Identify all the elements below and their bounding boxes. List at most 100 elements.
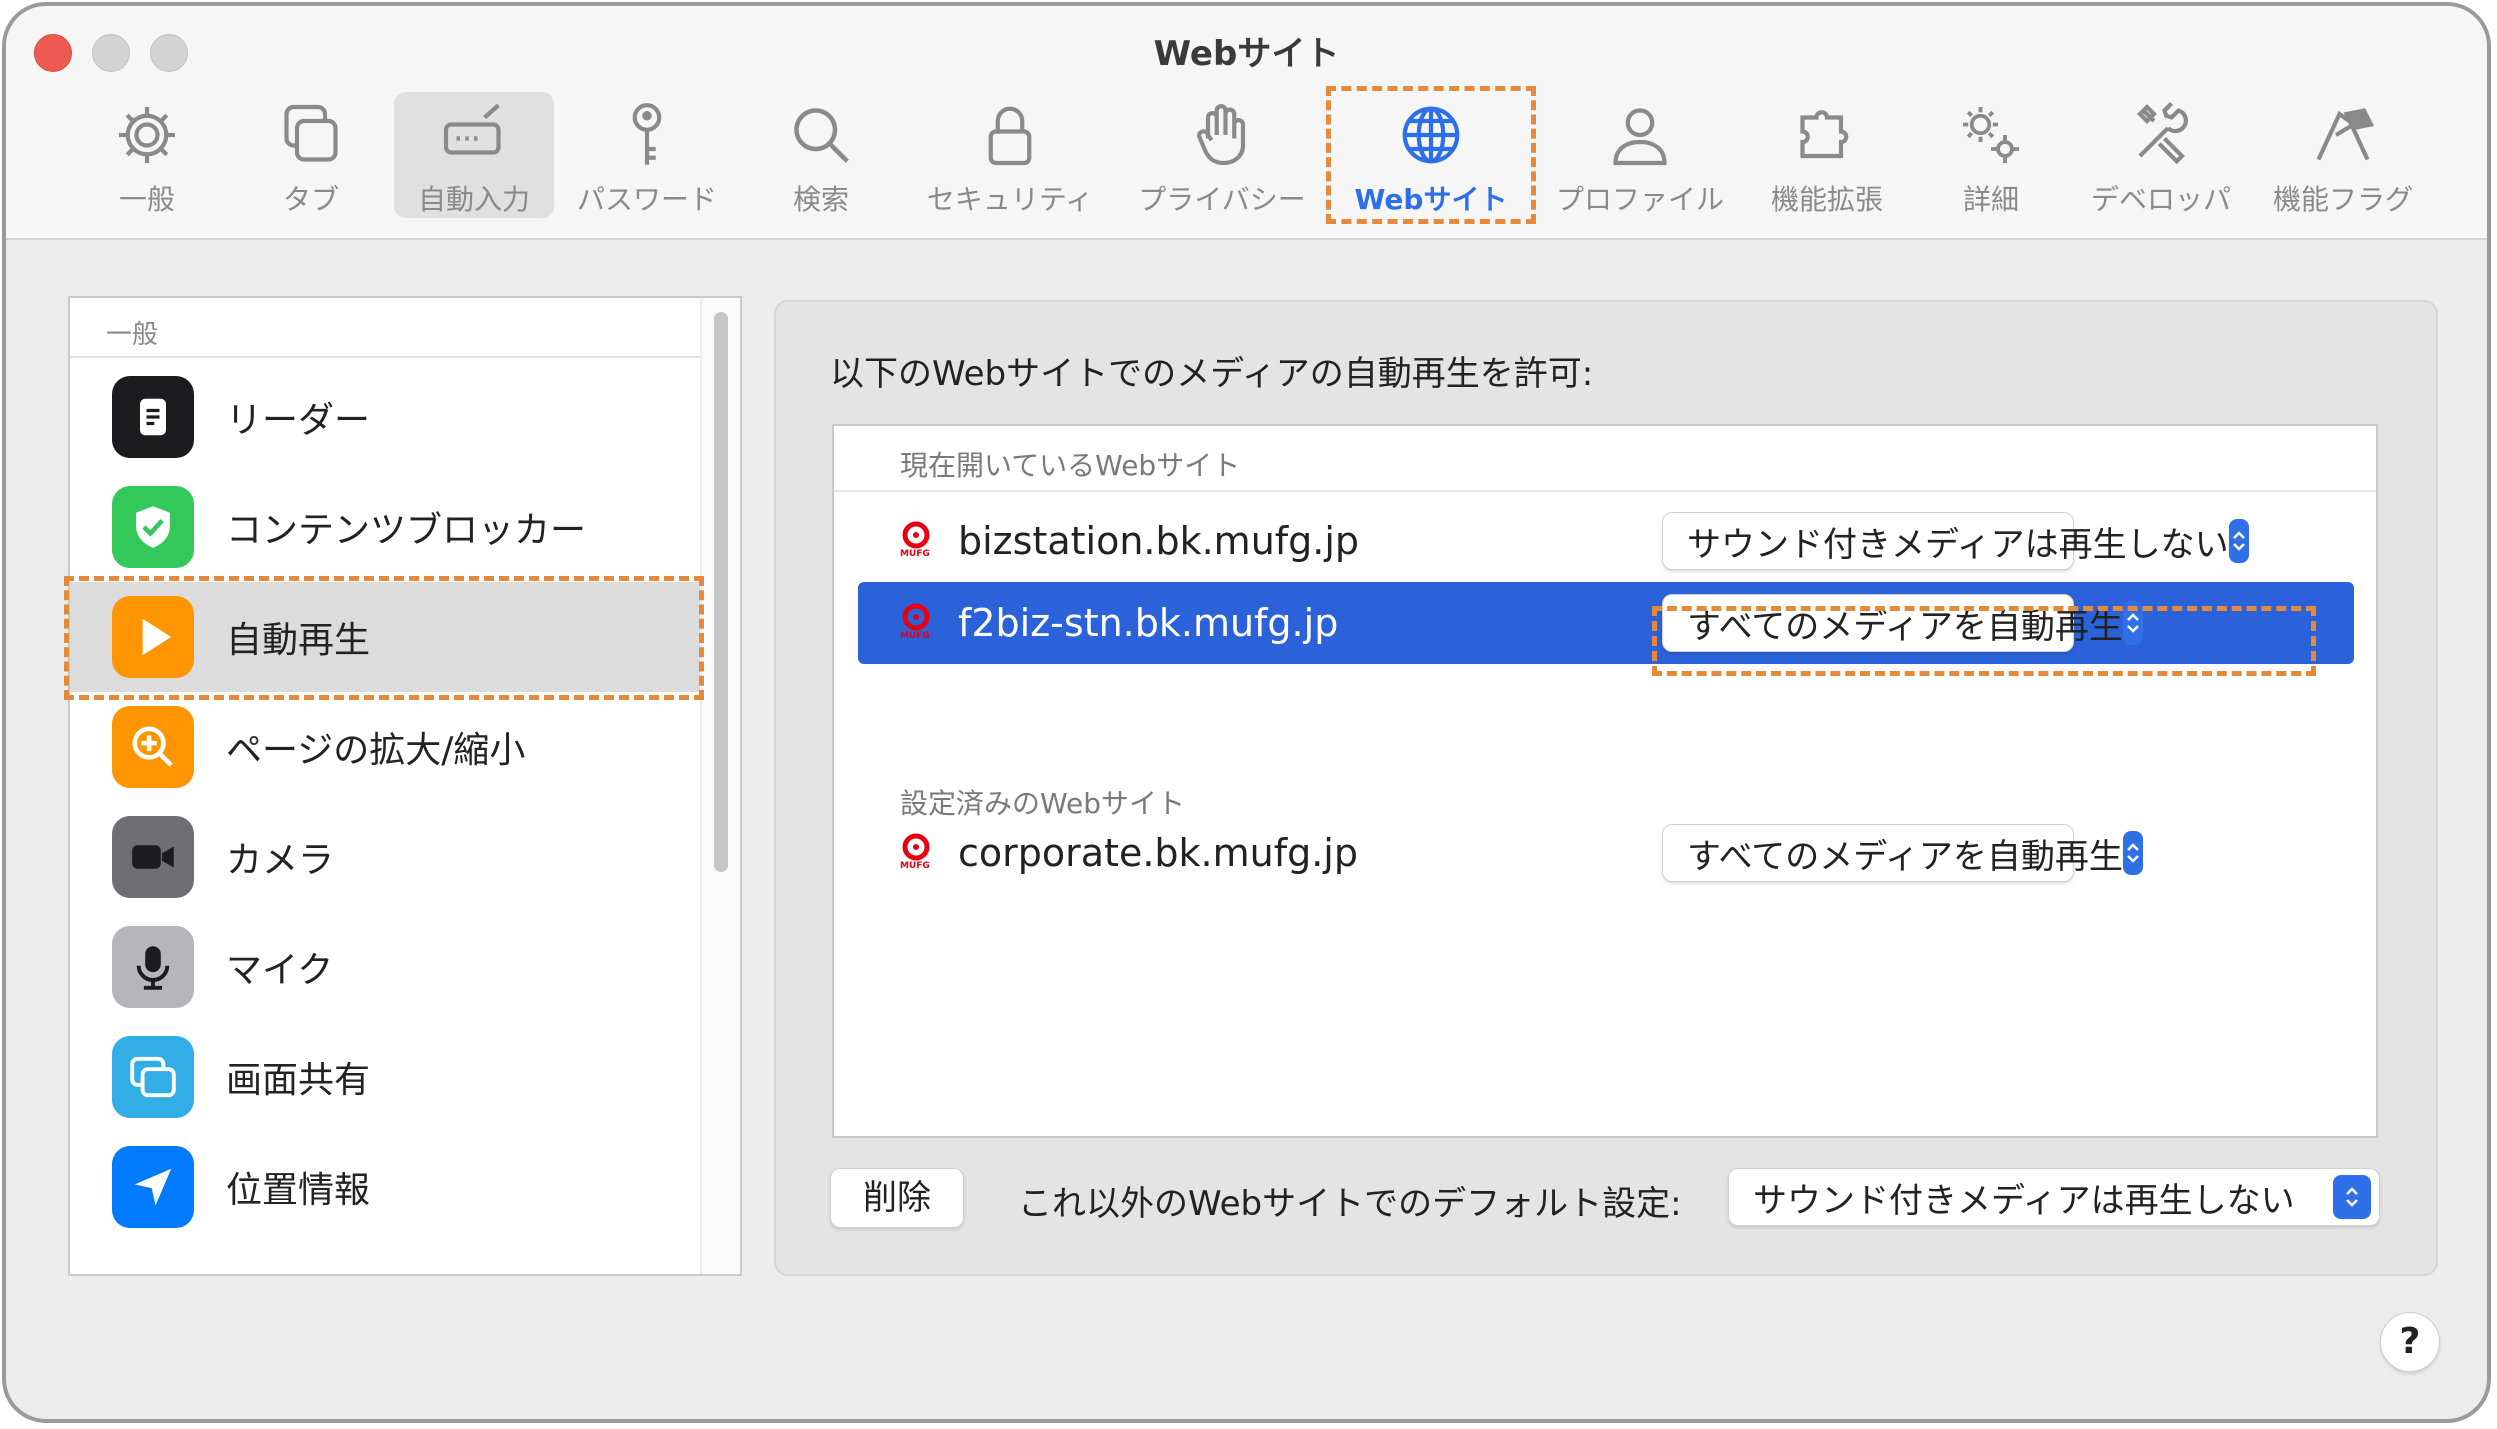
puzzle-icon xyxy=(1800,110,1849,159)
sidebar-item-camera[interactable]: カメラ xyxy=(70,802,700,912)
chevron-up-down-icon xyxy=(2333,1175,2371,1219)
tab-feature-flags-label: 機能フラグ xyxy=(2272,183,2413,216)
tab-security[interactable]: セキュリティ xyxy=(920,92,1100,218)
sidebar: 一般 リーダー コンテンツブロッカー 自動再生 ページの拡大/縮小 カメラ マイ… xyxy=(68,296,742,1276)
chevron-up-down-icon xyxy=(2228,519,2249,563)
tab-autofill-label: 自動入力 xyxy=(417,183,530,216)
sidebar-item-autoplay[interactable]: 自動再生 xyxy=(70,582,700,692)
tab-security-label: セキュリティ xyxy=(926,183,1094,216)
sidebar-item-screen-sharing[interactable]: 画面共有 xyxy=(70,1022,700,1132)
sidebar-item-label: 画面共有 xyxy=(226,1060,371,1101)
tab-websites[interactable]: Webサイト xyxy=(1346,92,1516,218)
tab-privacy-label: プライバシー xyxy=(1138,183,1306,216)
search-icon xyxy=(794,108,849,163)
globe-icon xyxy=(1402,106,1460,164)
shield-check-icon xyxy=(112,486,194,568)
site-domain: bizstation.bk.mufg.jp xyxy=(958,519,1360,563)
sidebar-item-location[interactable]: 位置情報 xyxy=(70,1132,700,1242)
tab-profiles-label: プロファイル xyxy=(1555,183,1724,216)
tab-extensions-label: 機能拡張 xyxy=(1770,183,1883,216)
flags-icon xyxy=(2316,108,2375,161)
panel-title: 以下のWebサイトでのメディアの自動再生を許可: xyxy=(830,354,1594,394)
tab-developer-label: デベロッパ xyxy=(2090,183,2231,216)
sidebar-header: 一般 xyxy=(70,298,700,358)
mufg-logo-text: MUFG xyxy=(900,861,930,871)
zoom-icon xyxy=(112,706,194,788)
popup-value: サウンド付きメディアは再生しない xyxy=(1753,1180,2295,1221)
hand-icon xyxy=(1197,104,1246,166)
popup-value: すべてのメディアを自動再生 xyxy=(1687,836,2123,877)
site-row-selected[interactable]: MUFG f2biz-stn.bk.mufg.jp すべてのメディアを自動再生 xyxy=(858,582,2354,664)
site-setting-popup[interactable]: すべてのメディアを自動再生 xyxy=(1662,594,2143,652)
open-sites-header: 現在開いているWebサイト xyxy=(900,449,1241,482)
toolbar: Webサイト 一般 タブ 自動入力 パスワード 検索 セキュリティ プライバシー… xyxy=(6,6,2487,240)
site-row[interactable]: MUFG corporate.bk.mufg.jp すべてのメディアを自動再生 xyxy=(858,812,2354,894)
sidebar-item-label: 位置情報 xyxy=(226,1170,371,1211)
tab-advanced-label: 詳細 xyxy=(1962,183,2019,216)
microphone-icon xyxy=(112,926,194,1008)
camera-icon xyxy=(112,816,194,898)
tab-extensions[interactable]: 機能拡張 xyxy=(1764,92,1890,218)
site-row[interactable]: MUFG bizstation.bk.mufg.jp サウンド付きメディアは再生… xyxy=(858,500,2354,582)
chevron-up-down-icon xyxy=(2122,831,2143,875)
tab-search[interactable]: 検索 xyxy=(766,92,876,218)
tabs-icon xyxy=(284,104,338,162)
sidebar-scrollbar[interactable] xyxy=(700,298,740,1274)
reader-icon xyxy=(112,376,194,458)
tools-icon xyxy=(2137,102,2188,165)
site-setting-popup[interactable]: サウンド付きメディアは再生しない xyxy=(1662,512,2249,570)
sidebar-item-label: カメラ xyxy=(226,840,335,881)
sidebar-item-label: マイク xyxy=(226,950,334,991)
sidebar-item-reader[interactable]: リーダー xyxy=(70,362,700,472)
sidebar-item-label: 自動再生 xyxy=(226,620,371,661)
popup-value: すべてのメディアを自動再生 xyxy=(1687,606,2123,647)
popup-value: サウンド付きメディアは再生しない xyxy=(1687,524,2229,565)
section-divider xyxy=(834,490,2376,492)
tab-passwords[interactable]: パスワード xyxy=(572,92,722,218)
tab-feature-flags[interactable]: 機能フラグ xyxy=(2268,92,2418,218)
key-icon xyxy=(632,103,662,165)
tab-advanced[interactable]: 詳細 xyxy=(1936,92,2046,218)
website-list: 現在開いているWebサイト MUFG bizstation.bk.mufg.jp… xyxy=(832,424,2378,1138)
sidebar-item-label: コンテンツブロッカー xyxy=(226,510,587,551)
tab-developer[interactable]: デベロッパ xyxy=(2086,92,2236,218)
gear-icon xyxy=(119,107,175,163)
preferences-window: Webサイト 一般 タブ 自動入力 パスワード 検索 セキュリティ プライバシー… xyxy=(2,2,2491,1423)
tab-autofill[interactable]: 自動入力 xyxy=(394,92,554,218)
tab-passwords-label: パスワード xyxy=(576,183,717,216)
tab-search-label: 検索 xyxy=(792,183,849,216)
scrollbar-thumb[interactable] xyxy=(714,312,728,872)
tab-general[interactable]: 一般 xyxy=(92,92,202,218)
tab-profiles[interactable]: プロファイル xyxy=(1550,92,1730,218)
tab-tabs[interactable]: タブ xyxy=(256,92,366,218)
chevron-up-down-icon xyxy=(2122,601,2143,645)
tab-websites-label: Webサイト xyxy=(1354,183,1508,216)
mufg-logo-text: MUFG xyxy=(900,549,930,559)
site-domain: f2biz-stn.bk.mufg.jp xyxy=(958,601,1339,645)
default-setting-popup[interactable]: サウンド付きメディアは再生しない xyxy=(1728,1168,2380,1226)
window-title: Webサイト xyxy=(1153,34,1340,74)
gears-icon xyxy=(1963,107,2019,163)
mufg-logo-text: MUFG xyxy=(900,631,930,641)
site-setting-popup[interactable]: すべてのメディアを自動再生 xyxy=(1662,824,2143,882)
sidebar-item-label: リーダー xyxy=(226,400,371,441)
tab-privacy[interactable]: プライバシー xyxy=(1132,92,1312,218)
screen-share-icon xyxy=(112,1036,194,1118)
sidebar-item-label: ページの拡大/縮小 xyxy=(226,730,526,771)
tab-general-label: 一般 xyxy=(118,183,175,216)
play-icon xyxy=(112,596,194,678)
location-icon xyxy=(112,1146,194,1228)
sidebar-item-page-zoom[interactable]: ページの拡大/縮小 xyxy=(70,692,700,802)
mufg-logo-icon: MUFG xyxy=(894,519,938,563)
site-domain: corporate.bk.mufg.jp xyxy=(958,831,1358,875)
delete-button[interactable]: 削除 xyxy=(830,1168,964,1228)
help-button[interactable]: ? xyxy=(2380,1312,2440,1372)
mufg-logo-icon: MUFG xyxy=(894,601,938,645)
sidebar-item-microphone[interactable]: マイク xyxy=(70,912,700,1022)
default-setting-label: これ以外のWebサイトでのデフォルト設定: xyxy=(1018,1184,1682,1224)
sidebar-item-content-blockers[interactable]: コンテンツブロッカー xyxy=(70,472,700,582)
lock-icon xyxy=(988,106,1032,166)
tab-tabs-label: タブ xyxy=(282,183,339,216)
person-icon xyxy=(1613,108,1667,166)
mufg-logo-icon: MUFG xyxy=(894,831,938,875)
